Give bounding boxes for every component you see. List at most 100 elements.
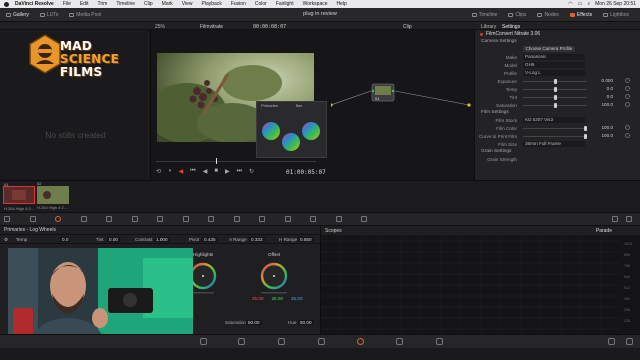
reset-icon[interactable]: [625, 102, 630, 107]
color-wheels-icon[interactable]: [55, 216, 61, 222]
slider-knob[interactable]: [584, 134, 587, 139]
plugin-enable-icon[interactable]: [480, 32, 483, 36]
menu-fusion[interactable]: Fusion: [231, 1, 246, 7]
slider-knob[interactable]: [553, 79, 557, 84]
fusion-page-icon[interactable]: [318, 338, 325, 345]
primary-wheels-icon[interactable]: [188, 258, 318, 300]
menu-workspace[interactable]: Workspace: [303, 1, 328, 7]
reset-icon[interactable]: [625, 86, 630, 91]
temp-value[interactable]: 0.0: [60, 237, 71, 242]
nodes-button[interactable]: Nodes: [534, 11, 561, 19]
film-settings-section[interactable]: Film Settings: [475, 109, 640, 116]
clip-thumb-1[interactable]: 01 H.264 High 4:2...: [3, 182, 35, 211]
reset-icon[interactable]: [625, 133, 630, 138]
media-page-icon[interactable]: [200, 338, 207, 345]
h-range-value[interactable]: 0.550: [298, 237, 314, 242]
play-icon[interactable]: ▶: [225, 168, 230, 175]
slider-value[interactable]: 100.0: [591, 102, 614, 107]
prev-clip-icon[interactable]: ⏮: [190, 168, 195, 175]
key-icon[interactable]: [310, 216, 316, 222]
scopes-toggle-icon[interactable]: [612, 216, 618, 222]
float-tab-bar[interactable]: Bar: [296, 103, 302, 108]
menu-fairlight[interactable]: Fairlight: [276, 1, 294, 7]
temp-wrench-icon[interactable]: ⚙: [4, 237, 8, 243]
offset-red[interactable]: 25.00: [252, 296, 264, 301]
slider-knob[interactable]: [553, 103, 557, 108]
menu-mark[interactable]: Mark: [162, 1, 173, 7]
reset-icon[interactable]: [625, 94, 630, 99]
slider-track[interactable]: [523, 126, 587, 131]
slider-track[interactable]: [523, 103, 587, 108]
cut-page-icon[interactable]: [238, 338, 245, 345]
lightbox-button[interactable]: Lightbox: [600, 11, 632, 19]
slider-knob[interactable]: [553, 95, 557, 100]
model-dropdown[interactable]: GH5: [523, 62, 585, 68]
clips-button[interactable]: Clips: [505, 11, 529, 19]
float-tab-primaries[interactable]: Primaries: [261, 103, 278, 108]
clip-thumb-2[interactable]: 02 H.264 High 4:2...: [37, 181, 69, 210]
slider-value[interactable]: 0.0: [591, 94, 613, 99]
library-tab[interactable]: Library: [481, 24, 496, 30]
slider-track[interactable]: [523, 134, 587, 139]
tint-value[interactable]: 0.00: [107, 237, 120, 242]
slider-value[interactable]: 0.000: [591, 78, 614, 83]
make-dropdown[interactable]: Panasonic: [523, 54, 585, 60]
tracker-icon[interactable]: [233, 216, 240, 222]
color-page-icon[interactable]: [357, 338, 364, 345]
node-editor[interactable]: [331, 30, 474, 180]
edit-page-icon[interactable]: [278, 338, 285, 345]
reset-icon[interactable]: [625, 78, 630, 83]
offset-blue[interactable]: 25.00: [291, 296, 303, 301]
a-range-value[interactable]: 0.333: [249, 237, 265, 242]
slider-track[interactable]: [523, 79, 587, 84]
hue-value[interactable]: 50.00: [298, 320, 314, 325]
audio-icon[interactable]: ◖: [168, 168, 172, 174]
menu-edit[interactable]: Edit: [80, 1, 89, 7]
camera-raw-icon[interactable]: [4, 216, 10, 222]
menu-timeline[interactable]: Timeline: [116, 1, 135, 7]
offset-green[interactable]: 25.00: [272, 296, 284, 301]
luts-button[interactable]: LUTs: [37, 11, 61, 19]
fairlight-page-icon[interactable]: [396, 338, 403, 345]
3d-icon[interactable]: [361, 216, 367, 222]
settings-tab[interactable]: Settings: [502, 24, 520, 30]
project-settings-icon[interactable]: [626, 338, 633, 345]
pivot-value[interactable]: 0.435: [202, 237, 218, 242]
window-icon[interactable]: [208, 216, 214, 222]
slider-track[interactable]: [523, 95, 587, 100]
menu-color[interactable]: Color: [255, 1, 267, 7]
saturation-value[interactable]: 50.00: [246, 320, 262, 325]
rgb-mixer-icon[interactable]: [80, 216, 87, 222]
slider-knob[interactable]: [553, 87, 557, 92]
stop-icon[interactable]: ■: [214, 168, 218, 174]
blur-icon[interactable]: [284, 216, 291, 222]
wifi-icon[interactable]: ◠: [568, 1, 572, 7]
slider-value[interactable]: 100.0: [591, 133, 614, 138]
slider-track[interactable]: [523, 87, 587, 92]
profile-dropdown[interactable]: V-Log L: [523, 70, 585, 76]
stop-red-icon[interactable]: ◀: [179, 168, 184, 175]
slider-knob[interactable]: [584, 126, 587, 131]
menu-playback[interactable]: Playback: [202, 1, 222, 7]
reset-icon[interactable]: [625, 125, 630, 130]
effects-button[interactable]: Effects: [567, 11, 595, 19]
film-size-dropdown[interactable]: 35mm Full Frame: [523, 141, 585, 147]
grain-settings-section[interactable]: Grain Settings: [475, 148, 640, 155]
menu-help[interactable]: Help: [337, 1, 347, 7]
color-warper-icon[interactable]: [157, 216, 163, 222]
magic-mask-icon[interactable]: [259, 216, 265, 222]
color-match-icon[interactable]: [29, 216, 36, 222]
menu-trim[interactable]: Trim: [98, 1, 108, 7]
menu-file[interactable]: File: [63, 1, 71, 7]
home-icon[interactable]: [608, 338, 615, 345]
deliver-page-icon[interactable]: [436, 338, 443, 345]
reverse-play-icon[interactable]: ◀: [203, 168, 208, 175]
battery-icon[interactable]: ▭: [578, 1, 583, 7]
app-menu[interactable]: DaVinci Resolve: [15, 1, 54, 7]
info-icon[interactable]: [626, 216, 632, 222]
film-stock-dropdown[interactable]: KD 5207 Vis3: [523, 117, 585, 123]
gallery-button[interactable]: Gallery: [3, 11, 32, 19]
clip-mode-select[interactable]: Clip: [403, 24, 412, 30]
choose-camera-profile-button[interactable]: Choose Camera Profile: [523, 46, 575, 52]
sizing-icon[interactable]: [335, 216, 342, 222]
